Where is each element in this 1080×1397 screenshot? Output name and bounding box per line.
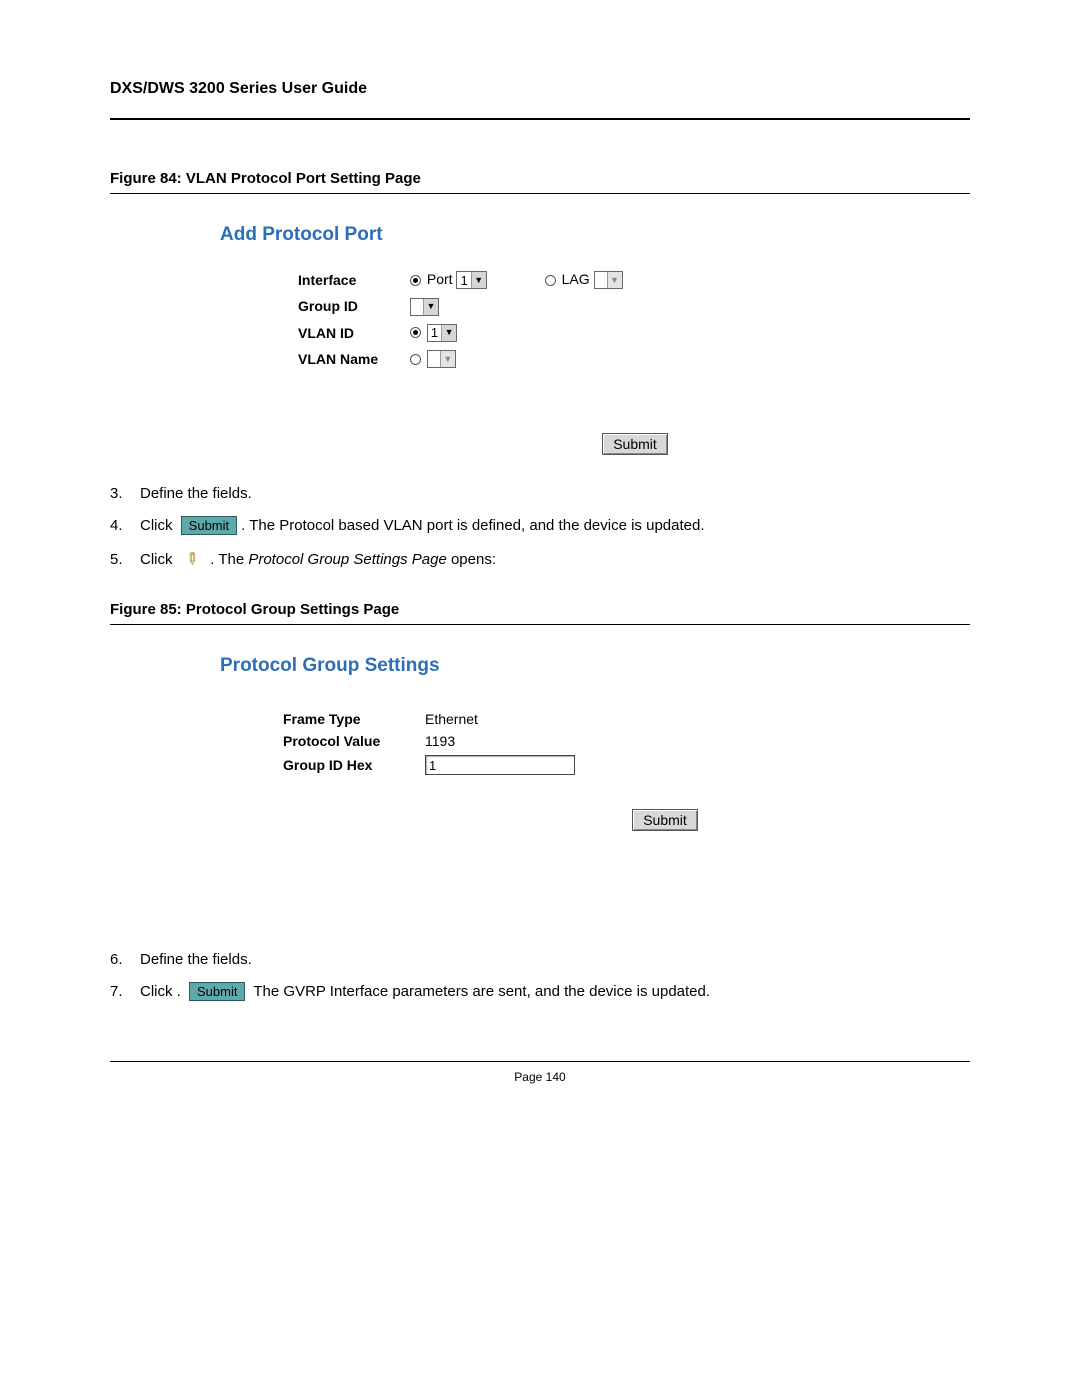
figure-85-rule: [110, 624, 970, 625]
step-7: 7. Click . Submit The GVRP Interface par…: [110, 982, 970, 1001]
add-protocol-port-title: Add Protocol Port: [220, 224, 970, 246]
frame-type-label: Frame Type: [277, 709, 417, 729]
lag-dropdown-value: [595, 273, 607, 288]
port-radio[interactable]: [410, 275, 421, 286]
vlan-id-label: VLAN ID: [292, 321, 402, 345]
group-id-hex-input[interactable]: [425, 755, 575, 775]
lag-dropdown[interactable]: ▼: [594, 271, 623, 289]
submit-button[interactable]: Submit: [602, 433, 668, 455]
group-id-label: Group ID: [292, 294, 402, 318]
chevron-down-icon: ▼: [607, 272, 622, 288]
steps-list-b: 6. Define the fields. 7. Click . Submit …: [110, 951, 970, 1001]
group-id-dropdown-value: [411, 299, 423, 314]
figure-84-screenshot: Add Protocol Port Interface Port 1 ▼ LAG…: [220, 224, 970, 455]
port-dropdown-value: 1: [457, 273, 470, 288]
step-5: 5. Click ✎ . The Protocol Group Settings…: [110, 549, 970, 569]
vlan-id-radio[interactable]: [410, 327, 421, 338]
add-protocol-port-form: Interface Port 1 ▼ LAG ▼ Group ID: [290, 266, 631, 373]
vlan-name-label: VLAN Name: [292, 347, 402, 371]
page-header-title: DXS/DWS 3200 Series User Guide: [110, 80, 970, 98]
port-label: Port: [427, 271, 453, 287]
step-text-italic: Protocol Group Settings Page: [248, 551, 446, 568]
figure-84-caption: Figure 84: VLAN Protocol Port Setting Pa…: [110, 170, 970, 187]
step-number: 6.: [110, 951, 140, 968]
step-number: 3.: [110, 485, 140, 502]
chevron-down-icon: ▼: [471, 272, 486, 288]
protocol-value-value: 1193: [419, 731, 581, 751]
figure-84-rule: [110, 193, 970, 194]
step-text-pre: Click: [140, 517, 173, 534]
header-rule: [110, 118, 970, 120]
group-id-hex-label: Group ID Hex: [277, 753, 417, 777]
protocol-value-label: Protocol Value: [277, 731, 417, 751]
figure-85-screenshot: Protocol Group Settings Frame Type Ether…: [220, 655, 970, 831]
step-text-post: The GVRP Interface parameters are sent, …: [249, 983, 710, 1000]
steps-list-a: 3. Define the fields. 4. Click Submit. T…: [110, 485, 970, 569]
lag-label: LAG: [562, 271, 590, 287]
submit-button[interactable]: Submit: [632, 809, 698, 831]
frame-type-value: Ethernet: [419, 709, 581, 729]
step-3: 3. Define the fields.: [110, 485, 970, 502]
vlan-id-dropdown-value: 1: [428, 325, 441, 340]
step-text: Define the fields.: [140, 951, 252, 968]
step-number: 5.: [110, 551, 140, 568]
page-number: Page 140: [110, 1070, 970, 1084]
chevron-down-icon: ▼: [441, 325, 456, 341]
inline-submit-button[interactable]: Submit: [189, 982, 245, 1001]
port-dropdown[interactable]: 1 ▼: [456, 271, 486, 289]
group-id-dropdown[interactable]: ▼: [410, 298, 439, 316]
pencil-icon[interactable]: ✎: [180, 547, 204, 571]
protocol-group-settings-form: Frame Type Ethernet Protocol Value 1193 …: [275, 707, 583, 779]
vlan-name-dropdown[interactable]: ▼: [427, 350, 456, 368]
interface-label: Interface: [292, 268, 402, 292]
footer-rule: [110, 1061, 970, 1062]
step-text-pre: Click: [140, 551, 173, 568]
step-4: 4. Click Submit. The Protocol based VLAN…: [110, 516, 970, 535]
step-text-post: . The Protocol based VLAN port is define…: [241, 517, 704, 534]
step-text-pre: Click .: [140, 983, 181, 1000]
step-number: 7.: [110, 983, 140, 1000]
protocol-group-settings-title: Protocol Group Settings: [220, 655, 970, 677]
step-6: 6. Define the fields.: [110, 951, 970, 968]
chevron-down-icon: ▼: [423, 299, 438, 315]
step-number: 4.: [110, 517, 140, 534]
step-text-post-b: opens:: [447, 551, 496, 568]
step-text: Define the fields.: [140, 485, 252, 502]
lag-radio[interactable]: [545, 275, 556, 286]
figure-85-caption: Figure 85: Protocol Group Settings Page: [110, 601, 970, 618]
chevron-down-icon: ▼: [440, 351, 455, 367]
inline-submit-button[interactable]: Submit: [181, 516, 237, 535]
vlan-name-dropdown-value: [428, 352, 440, 367]
step-text-post-a: . The: [210, 551, 248, 568]
vlan-name-radio[interactable]: [410, 354, 421, 365]
vlan-id-dropdown[interactable]: 1 ▼: [427, 324, 457, 342]
